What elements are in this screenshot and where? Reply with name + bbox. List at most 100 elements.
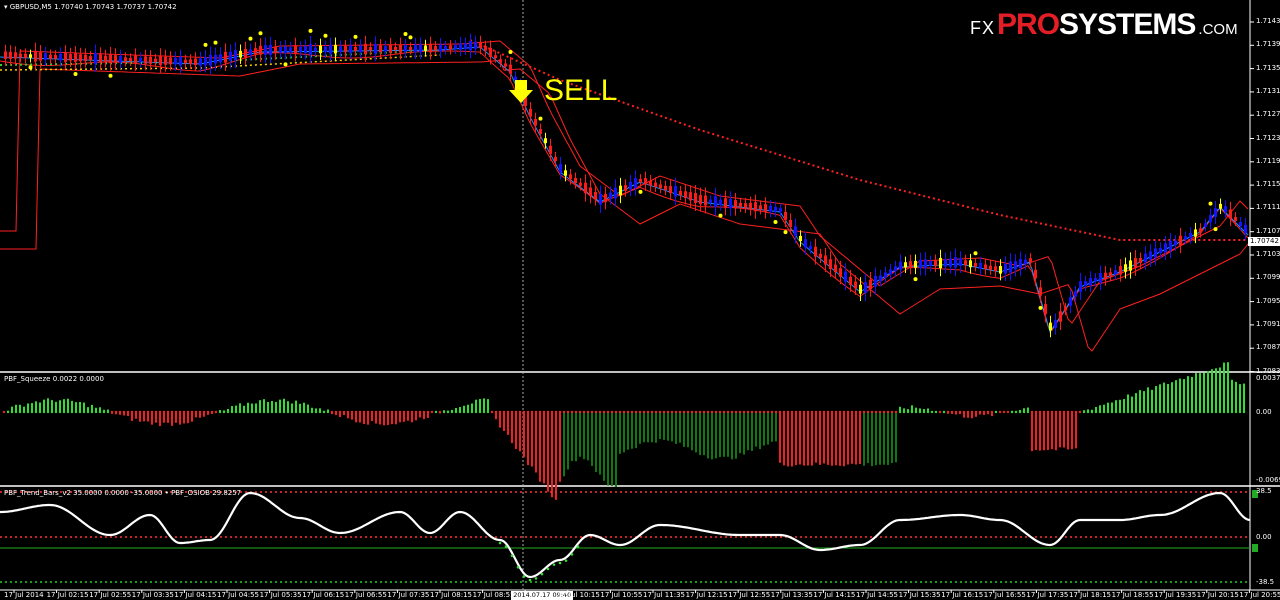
candle-body bbox=[994, 266, 997, 272]
candle-body bbox=[39, 52, 42, 61]
candle-body bbox=[84, 54, 87, 62]
squeeze-dot bbox=[982, 410, 986, 414]
time-tick-label: 17 Jul 06:15 bbox=[302, 591, 345, 599]
squeeze-dot bbox=[1094, 410, 1098, 414]
squeeze-dot bbox=[1174, 410, 1178, 414]
candle-body bbox=[719, 199, 722, 205]
candle-body bbox=[1139, 258, 1142, 263]
candle-body bbox=[659, 184, 662, 189]
time-tick-label: 17 Jul 02:55 bbox=[89, 591, 132, 599]
candle-body bbox=[674, 186, 677, 197]
dropdown-arrow-icon[interactable]: ▾ bbox=[4, 3, 8, 11]
squeeze-dot bbox=[1014, 410, 1018, 414]
squeeze-dot bbox=[46, 410, 50, 414]
squeeze-dot bbox=[194, 410, 198, 414]
candle-body bbox=[544, 138, 547, 144]
candle-body bbox=[714, 196, 717, 208]
squeeze-dot bbox=[594, 410, 598, 414]
osc-dot bbox=[522, 575, 526, 578]
candle-body bbox=[239, 50, 242, 58]
candle-body bbox=[244, 48, 247, 58]
squeeze-dot bbox=[1162, 410, 1166, 414]
candle-body bbox=[74, 53, 77, 62]
squeeze-dot bbox=[606, 410, 610, 414]
candle-body bbox=[399, 44, 402, 53]
squeeze-dot bbox=[842, 410, 846, 414]
squeeze-dot bbox=[342, 410, 346, 414]
squeeze-dot bbox=[918, 410, 922, 414]
squeeze-dot bbox=[950, 410, 954, 414]
squeeze-dot bbox=[1058, 410, 1062, 414]
candle-body bbox=[1109, 272, 1112, 276]
squeeze-dot bbox=[706, 410, 710, 414]
squeeze-dot bbox=[1010, 410, 1014, 414]
squeeze-dot bbox=[30, 410, 34, 414]
squeeze-dot bbox=[1222, 410, 1226, 414]
squeeze-dot bbox=[226, 410, 230, 414]
candle-body bbox=[1114, 270, 1117, 275]
squeeze-dot bbox=[1046, 410, 1050, 414]
squeeze-dot bbox=[1146, 410, 1150, 414]
squeeze-dot bbox=[322, 410, 326, 414]
price-chart[interactable] bbox=[0, 0, 1280, 600]
squeeze-dot bbox=[638, 410, 642, 414]
squeeze-dot bbox=[150, 410, 154, 414]
squeeze-dot bbox=[530, 410, 534, 414]
squeeze-dot bbox=[98, 410, 102, 414]
squeeze-dot bbox=[94, 410, 98, 414]
squeeze-dot bbox=[710, 410, 714, 414]
signal-dot bbox=[508, 50, 513, 55]
background bbox=[0, 0, 1280, 600]
trend-axis-label: 0.00 bbox=[1256, 533, 1272, 541]
candle-body bbox=[844, 271, 847, 282]
candle-body bbox=[104, 55, 107, 62]
squeeze-dot bbox=[178, 410, 182, 414]
candle-body bbox=[1169, 240, 1172, 251]
squeeze-dot bbox=[942, 410, 946, 414]
squeeze-dot bbox=[50, 410, 54, 414]
squeeze-dot bbox=[222, 410, 226, 414]
candle-body bbox=[1159, 247, 1162, 254]
price-tick-label: 1.71035 bbox=[1256, 250, 1280, 258]
signal-dot bbox=[213, 40, 218, 45]
squeeze-dot bbox=[962, 410, 966, 414]
squeeze-dot bbox=[910, 410, 914, 414]
squeeze-dot bbox=[742, 410, 746, 414]
candle-body bbox=[794, 226, 797, 236]
squeeze-dot bbox=[966, 410, 970, 414]
squeeze-dot bbox=[1070, 410, 1074, 414]
squeeze-dot bbox=[1198, 410, 1202, 414]
candle-body bbox=[779, 208, 782, 212]
squeeze-dot bbox=[202, 410, 206, 414]
time-tick-label: 17 Jul 04:15 bbox=[174, 591, 217, 599]
candle-body bbox=[784, 211, 787, 221]
candle-body bbox=[229, 51, 232, 61]
candle-body bbox=[339, 46, 342, 52]
squeeze-dot bbox=[642, 410, 646, 414]
signal-dot bbox=[203, 42, 208, 47]
squeeze-dot bbox=[1226, 410, 1230, 414]
squeeze-dot bbox=[682, 410, 686, 414]
time-tick-label: 17 Jul 11:35 bbox=[643, 591, 685, 599]
squeeze-dot bbox=[166, 410, 170, 414]
price-tick-label: 1.70995 bbox=[1256, 273, 1280, 282]
squeeze-dot bbox=[514, 410, 518, 414]
squeeze-dot bbox=[694, 410, 698, 414]
candle-body bbox=[369, 47, 372, 51]
squeeze-dot bbox=[1238, 410, 1242, 414]
candle-body bbox=[1229, 209, 1232, 219]
candle-body bbox=[359, 45, 362, 53]
squeeze-dot bbox=[22, 410, 26, 414]
candle-body bbox=[1104, 272, 1107, 280]
squeeze-dot bbox=[10, 410, 14, 414]
candle-body bbox=[899, 261, 902, 270]
candle-body bbox=[1224, 206, 1227, 212]
candle-body bbox=[989, 265, 992, 270]
squeeze-dot bbox=[402, 410, 406, 414]
squeeze-dot bbox=[570, 410, 574, 414]
candle-body bbox=[24, 53, 27, 58]
squeeze-dot bbox=[650, 410, 654, 414]
squeeze-dot bbox=[122, 410, 126, 414]
candle-body bbox=[814, 246, 817, 257]
squeeze-dot bbox=[746, 410, 750, 414]
